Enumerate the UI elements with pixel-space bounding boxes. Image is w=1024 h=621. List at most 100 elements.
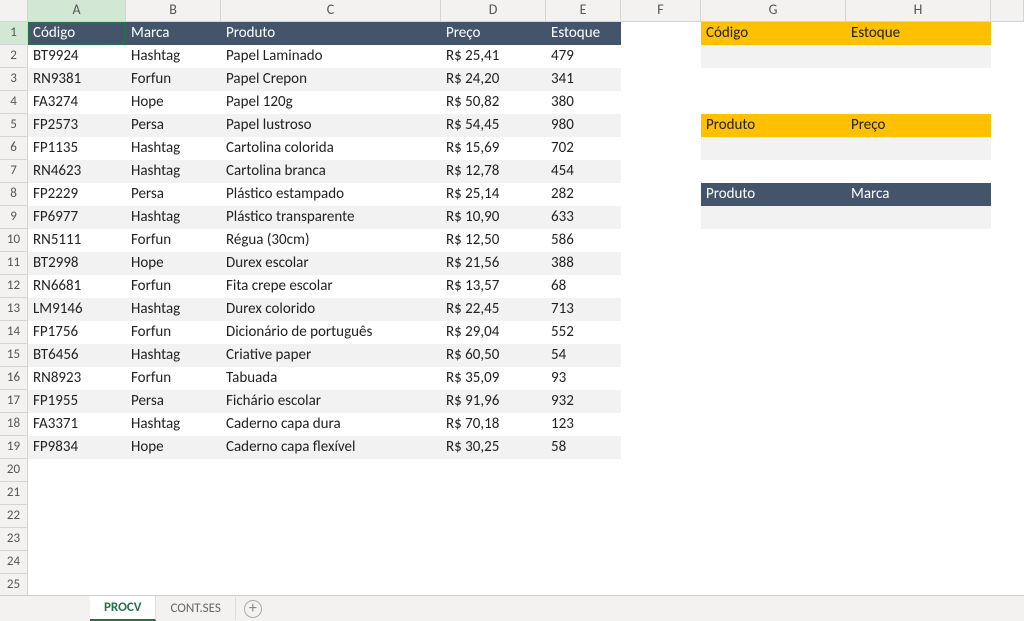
cell-G10[interactable] <box>701 229 846 252</box>
cell-A24[interactable] <box>28 551 126 574</box>
col-header-A[interactable]: A <box>28 0 126 22</box>
cell-H3[interactable] <box>846 68 991 91</box>
cell-A13[interactable]: LM9146 <box>28 298 126 321</box>
cell-E13[interactable]: 713 <box>546 298 621 321</box>
cell-H8[interactable]: Marca <box>846 183 991 206</box>
row-header-3[interactable]: 3 <box>0 68 28 91</box>
cell-D23[interactable] <box>441 528 546 551</box>
cell-blank-21[interactable] <box>991 482 1024 505</box>
cell-B10[interactable]: Forfun <box>126 229 221 252</box>
cell-G13[interactable] <box>701 298 846 321</box>
cell-D11[interactable]: R$ 21,56 <box>441 252 546 275</box>
cell-G24[interactable] <box>701 551 846 574</box>
cell-G11[interactable] <box>701 252 846 275</box>
cell-B16[interactable]: Forfun <box>126 367 221 390</box>
cell-F23[interactable] <box>621 528 701 551</box>
cell-C13[interactable]: Durex colorido <box>221 298 441 321</box>
cell-blank-24[interactable] <box>991 551 1024 574</box>
col-header-H[interactable]: H <box>846 0 991 22</box>
cell-blank-9[interactable] <box>991 206 1024 229</box>
row-header-13[interactable]: 13 <box>0 298 28 321</box>
cell-blank-3[interactable] <box>991 68 1024 91</box>
cell-A7[interactable]: RN4623 <box>28 160 126 183</box>
add-sheet-button[interactable]: + <box>244 600 262 618</box>
cell-D19[interactable]: R$ 30,25 <box>441 436 546 459</box>
cell-H15[interactable] <box>846 344 991 367</box>
cell-H16[interactable] <box>846 367 991 390</box>
cell-E3[interactable]: 341 <box>546 68 621 91</box>
col-header-blank[interactable] <box>991 0 1024 22</box>
cell-E21[interactable] <box>546 482 621 505</box>
cell-H19[interactable] <box>846 436 991 459</box>
cell-F8[interactable] <box>621 183 701 206</box>
cell-A3[interactable]: RN9381 <box>28 68 126 91</box>
cell-C18[interactable]: Caderno capa dura <box>221 413 441 436</box>
select-all-corner[interactable] <box>0 0 28 22</box>
cell-blank-20[interactable] <box>991 459 1024 482</box>
cell-C2[interactable]: Papel Laminado <box>221 45 441 68</box>
cell-A19[interactable]: FP9834 <box>28 436 126 459</box>
cell-C14[interactable]: Dicionário de português <box>221 321 441 344</box>
col-header-C[interactable]: C <box>221 0 441 22</box>
cell-E12[interactable]: 68 <box>546 275 621 298</box>
cell-E24[interactable] <box>546 551 621 574</box>
cell-H4[interactable] <box>846 91 991 114</box>
cell-D6[interactable]: R$ 15,69 <box>441 137 546 160</box>
cell-H11[interactable] <box>846 252 991 275</box>
cell-A17[interactable]: FP1955 <box>28 390 126 413</box>
cell-E15[interactable]: 54 <box>546 344 621 367</box>
cell-D9[interactable]: R$ 10,90 <box>441 206 546 229</box>
cell-blank-25[interactable] <box>991 574 1024 597</box>
cell-D10[interactable]: R$ 12,50 <box>441 229 546 252</box>
cell-D14[interactable]: R$ 29,04 <box>441 321 546 344</box>
cell-C20[interactable] <box>221 459 441 482</box>
cell-H23[interactable] <box>846 528 991 551</box>
cell-E11[interactable]: 388 <box>546 252 621 275</box>
cell-H9[interactable] <box>846 206 991 229</box>
cell-G1[interactable]: Código <box>701 22 846 45</box>
row-header-11[interactable]: 11 <box>0 252 28 275</box>
cell-H12[interactable] <box>846 275 991 298</box>
cell-D16[interactable]: R$ 35,09 <box>441 367 546 390</box>
row-header-22[interactable]: 22 <box>0 505 28 528</box>
table-header-código[interactable]: Código <box>28 22 126 45</box>
row-header-6[interactable]: 6 <box>0 137 28 160</box>
cell-D15[interactable]: R$ 60,50 <box>441 344 546 367</box>
row-header-23[interactable]: 23 <box>0 528 28 551</box>
cell-H21[interactable] <box>846 482 991 505</box>
cell-C8[interactable]: Plástico estampado <box>221 183 441 206</box>
cell-G6[interactable] <box>701 137 846 160</box>
cell-F25[interactable] <box>621 574 701 597</box>
row-header-2[interactable]: 2 <box>0 45 28 68</box>
cell-C24[interactable] <box>221 551 441 574</box>
cell-F16[interactable] <box>621 367 701 390</box>
cell-F3[interactable] <box>621 68 701 91</box>
cell-G5[interactable]: Produto <box>701 114 846 137</box>
cell-B22[interactable] <box>126 505 221 528</box>
cell-D20[interactable] <box>441 459 546 482</box>
cell-F24[interactable] <box>621 551 701 574</box>
cell-B14[interactable]: Forfun <box>126 321 221 344</box>
table-header-produto[interactable]: Produto <box>221 22 441 45</box>
cell-B6[interactable]: Hashtag <box>126 137 221 160</box>
row-header-4[interactable]: 4 <box>0 91 28 114</box>
cell-B4[interactable]: Hope <box>126 91 221 114</box>
cell-G9[interactable] <box>701 206 846 229</box>
cell-G19[interactable] <box>701 436 846 459</box>
cell-D13[interactable]: R$ 22,45 <box>441 298 546 321</box>
cell-F17[interactable] <box>621 390 701 413</box>
cell-B17[interactable]: Persa <box>126 390 221 413</box>
cell-A6[interactable]: FP1135 <box>28 137 126 160</box>
tab-contses[interactable]: CONT.SES <box>156 597 235 620</box>
cell-blank-6[interactable] <box>991 137 1024 160</box>
cell-F20[interactable] <box>621 459 701 482</box>
cell-blank-5[interactable] <box>991 114 1024 137</box>
cell-D7[interactable]: R$ 12,78 <box>441 160 546 183</box>
col-header-G[interactable]: G <box>701 0 846 22</box>
cell-G3[interactable] <box>701 68 846 91</box>
cell-A22[interactable] <box>28 505 126 528</box>
cell-F14[interactable] <box>621 321 701 344</box>
cell-C17[interactable]: Fichário escolar <box>221 390 441 413</box>
cell-G17[interactable] <box>701 390 846 413</box>
cell-A8[interactable]: FP2229 <box>28 183 126 206</box>
